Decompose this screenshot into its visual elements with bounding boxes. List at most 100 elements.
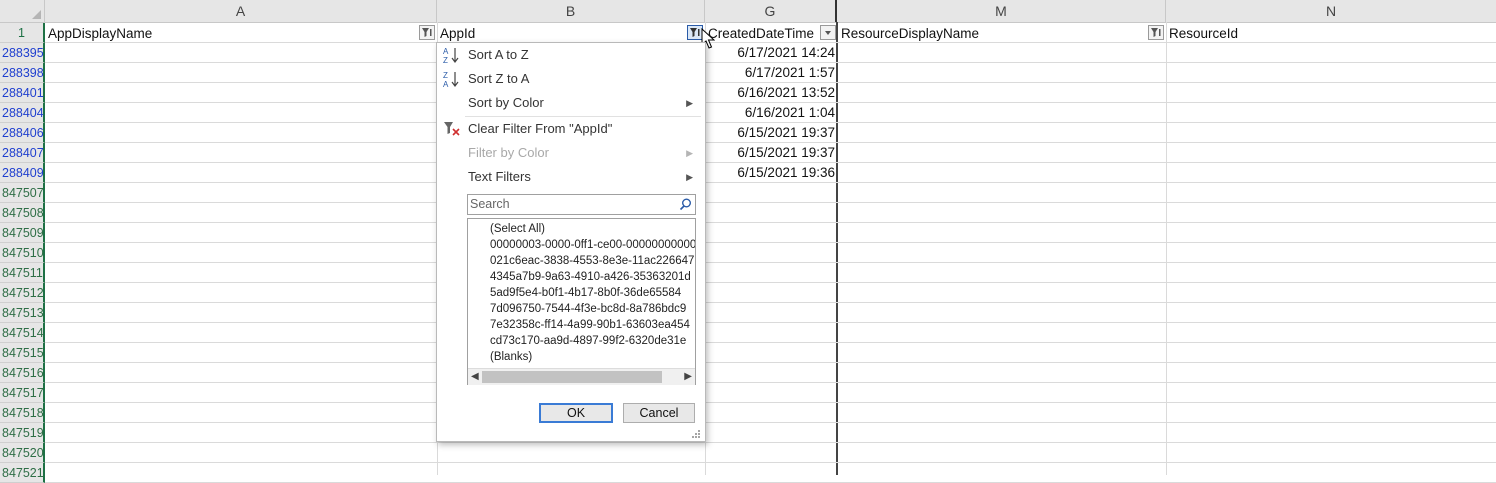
row-number[interactable]: 847519 — [0, 423, 45, 443]
created-date-cell[interactable]: 6/16/2021 13:52 — [705, 83, 835, 103]
row-number[interactable]: 288404 — [0, 103, 45, 123]
filter-value-item[interactable]: (Blanks) — [490, 349, 695, 365]
filter-value-item[interactable]: (Select All) — [490, 221, 695, 237]
created-date-cell[interactable] — [705, 223, 835, 243]
clear-filter-icon — [444, 122, 460, 136]
created-date-cell[interactable] — [705, 403, 835, 423]
filter-value-item[interactable]: 7d096750-7544-4f3e-bc8d-8a786bdc9 — [490, 301, 695, 317]
filter-button-createddatetime[interactable] — [820, 25, 836, 40]
row-number[interactable]: 288398 — [0, 63, 45, 83]
text-filters-item[interactable]: Text Filters ▶ — [437, 165, 703, 189]
row-number[interactable]: 847518 — [0, 403, 45, 423]
created-date-cell[interactable] — [705, 243, 835, 263]
filter-value-label: 7e32358c-ff14-4a99-90b1-63603ea454 — [490, 319, 690, 331]
row-number[interactable]: 847511 — [0, 263, 45, 283]
created-date-cell[interactable]: 6/17/2021 1:57 — [705, 63, 835, 83]
scroll-right-icon[interactable]: ▶ — [684, 369, 692, 385]
row-number[interactable]: 847512 — [0, 283, 45, 303]
row-number[interactable]: 288395 — [0, 43, 45, 63]
filter-value-label: 5ad9f5e4-b0f1-4b17-8b0f-36de65584 — [490, 287, 682, 299]
column-header-g[interactable]: G — [705, 0, 837, 22]
ok-button[interactable]: OK — [539, 403, 613, 423]
scrollbar-thumb[interactable] — [482, 371, 662, 383]
search-icon — [679, 198, 691, 211]
filter-value-item[interactable]: 5ad9f5e4-b0f1-4b17-8b0f-36de65584 — [490, 285, 695, 301]
cancel-button[interactable]: Cancel — [623, 403, 695, 423]
created-date-cell[interactable] — [705, 263, 835, 283]
column-header-m[interactable]: M — [837, 0, 1166, 22]
select-all-corner[interactable] — [0, 0, 45, 22]
header-cell-createddatetime[interactable]: CreatedDateTime — [705, 23, 820, 43]
filter-button-appdisplayname[interactable] — [419, 25, 435, 40]
row-number[interactable]: 847507 — [0, 183, 45, 203]
created-date-cell[interactable] — [705, 323, 835, 343]
sort-ascending-icon: A Z — [443, 47, 459, 64]
row-number[interactable]: 847520 — [0, 443, 45, 463]
row-number[interactable]: 847513 — [0, 303, 45, 323]
row-number[interactable]: 288401 — [0, 83, 45, 103]
filter-value-item[interactable]: 7e32358c-ff14-4a99-90b1-63603ea454 — [490, 317, 695, 333]
created-date-cell[interactable] — [705, 203, 835, 223]
filter-value-item[interactable]: 00000003-0000-0ff1-ce00-000000000000 — [490, 237, 696, 253]
filter-value-label: 7d096750-7544-4f3e-bc8d-8a786bdc9 — [490, 303, 687, 315]
filter-value-item[interactable]: cd73c170-aa9d-4897-99f2-6320de31e — [490, 333, 695, 349]
created-date-cell[interactable] — [705, 383, 835, 403]
row-number[interactable]: 847514 — [0, 323, 45, 343]
search-input[interactable]: Search — [467, 194, 696, 215]
created-date-cell[interactable] — [705, 183, 835, 203]
scroll-left-icon[interactable]: ◀ — [471, 369, 479, 385]
svg-text:Z: Z — [443, 56, 448, 64]
header-cell-appdisplayname[interactable]: AppDisplayName — [45, 23, 415, 43]
row-number-1[interactable]: 1 — [0, 23, 45, 43]
created-date-cell[interactable] — [705, 443, 835, 463]
row-number[interactable]: 847510 — [0, 243, 45, 263]
created-date-cell[interactable]: 6/17/2021 14:24 — [705, 43, 835, 63]
column-header-b[interactable]: B — [437, 0, 705, 22]
sort-by-color-item[interactable]: Sort by Color ▶ — [437, 91, 703, 115]
created-date-cell[interactable]: 6/15/2021 19:37 — [705, 143, 835, 163]
created-date-cell[interactable] — [705, 463, 835, 483]
created-date-cell[interactable] — [705, 283, 835, 303]
row-number[interactable]: 847509 — [0, 223, 45, 243]
submenu-arrow-icon: ▶ — [686, 98, 693, 108]
filter-values-list[interactable]: (Select All) 00000003-0000-0ff1-ce00-0000… — [467, 218, 696, 385]
created-date-cell[interactable]: 6/15/2021 19:36 — [705, 163, 835, 183]
row-number[interactable]: 847517 — [0, 383, 45, 403]
filter-active-icon — [1151, 28, 1161, 37]
column-header-a[interactable]: A — [45, 0, 437, 22]
row-number[interactable]: 847516 — [0, 363, 45, 383]
created-date-cell[interactable]: 6/16/2021 1:04 — [705, 103, 835, 123]
filter-value-label: (Select All) — [490, 223, 545, 235]
filter-by-color-item[interactable]: Filter by Color ▶ — [437, 141, 703, 165]
autofilter-dropdown: A Z Sort A to Z Z A Sort Z to A Sort by … — [436, 42, 706, 442]
created-date-cell[interactable] — [705, 423, 835, 443]
row-number[interactable]: 288407 — [0, 143, 45, 163]
filter-value-label: 4345a7b9-9a63-4910-a426-35363201d — [490, 271, 691, 283]
column-header-n[interactable]: N — [1166, 0, 1496, 22]
filter-active-icon — [690, 28, 700, 37]
svg-text:A: A — [443, 47, 449, 56]
filter-value-item[interactable]: 4345a7b9-9a63-4910-a426-35363201d — [490, 269, 695, 285]
dropdown-arrow-icon — [825, 31, 831, 35]
created-date-cell[interactable] — [705, 363, 835, 383]
sort-a-to-z-item[interactable]: A Z Sort A to Z — [437, 43, 703, 67]
row-number[interactable]: 288409 — [0, 163, 45, 183]
filter-value-label: 00000003-0000-0ff1-ce00-000000000000 — [490, 239, 696, 251]
clear-filter-item[interactable]: Clear Filter From "AppId" — [437, 117, 703, 141]
header-cell-resourcedisplayname[interactable]: ResourceDisplayName — [838, 23, 1148, 43]
row-number[interactable]: 847508 — [0, 203, 45, 223]
row-number[interactable]: 847515 — [0, 343, 45, 363]
created-date-cell[interactable] — [705, 303, 835, 323]
horizontal-scrollbar[interactable]: ◀ ▶ — [468, 368, 695, 385]
sort-z-to-a-item[interactable]: Z A Sort Z to A — [437, 67, 703, 91]
row-number[interactable]: 288406 — [0, 123, 45, 143]
svg-text:A: A — [443, 80, 449, 88]
created-date-cell[interactable] — [705, 343, 835, 363]
header-cell-appid[interactable]: AppId — [437, 23, 687, 43]
filter-button-resourcedisplayname[interactable] — [1148, 25, 1164, 40]
header-cell-resourceid[interactable]: ResourceId — [1166, 23, 1466, 43]
filter-value-item[interactable]: 021c6eac-3838-4553-8e3e-11ac226647 — [490, 253, 695, 269]
row-number[interactable]: 847521 — [0, 463, 45, 483]
created-date-cell[interactable]: 6/15/2021 19:37 — [705, 123, 835, 143]
resize-grip-icon[interactable] — [691, 429, 701, 439]
